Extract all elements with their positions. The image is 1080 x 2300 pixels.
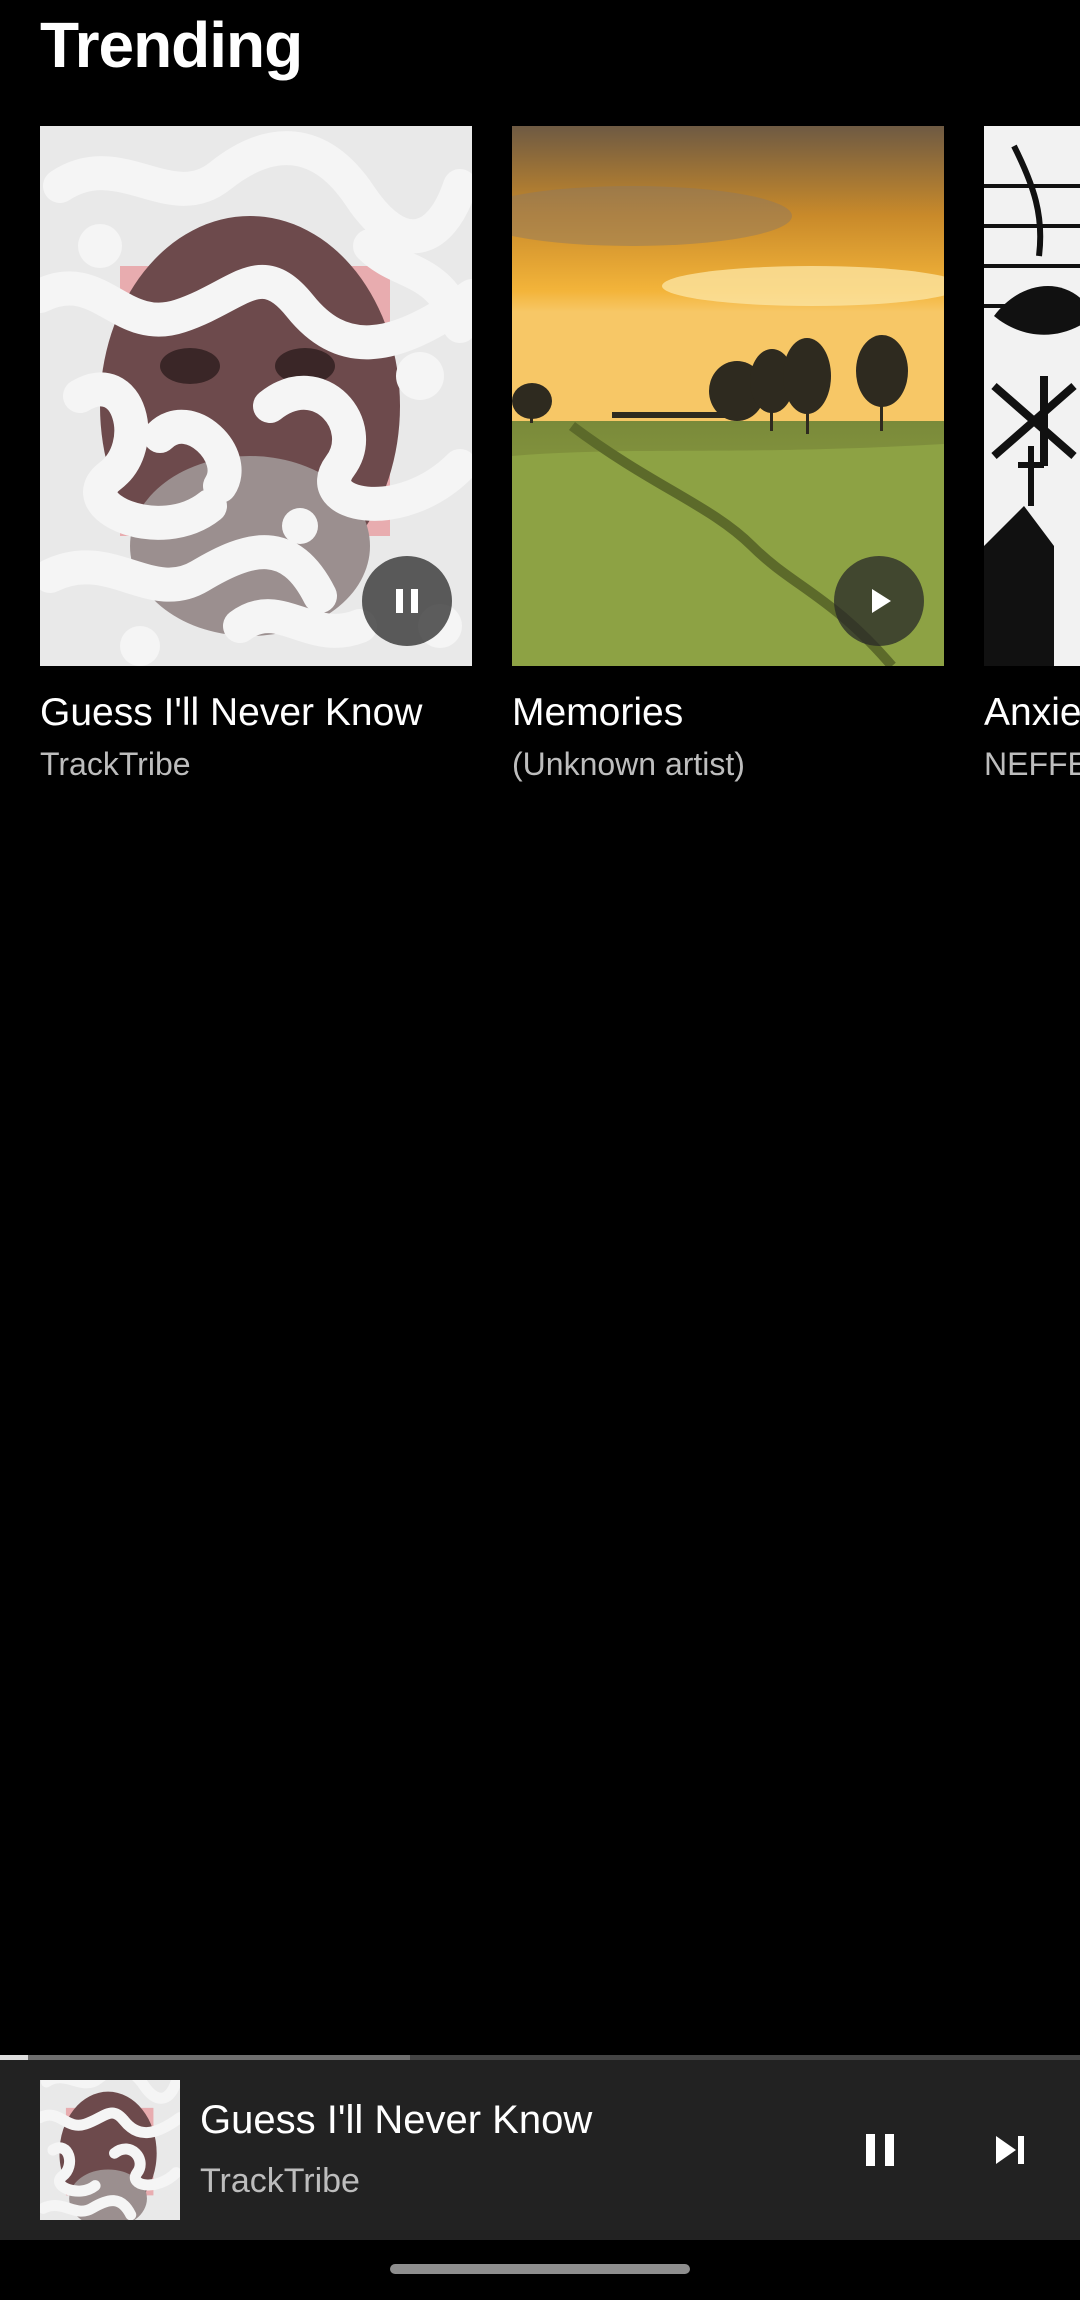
pause-button[interactable]: [362, 556, 452, 646]
track-artist: NEFFE: [984, 746, 1080, 782]
skip-next-button[interactable]: [970, 2110, 1050, 2190]
track-title: Memories: [512, 691, 684, 734]
pause-icon: [866, 2134, 894, 2166]
track-artist: (Unknown artist): [512, 746, 745, 782]
track-card[interactable]: Memories (Unknown artist): [512, 126, 944, 782]
home-indicator[interactable]: [390, 2264, 690, 2274]
album-art[interactable]: [984, 126, 1080, 666]
track-artist: TrackTribe: [40, 746, 191, 782]
now-playing-title: Guess I'll Never Know: [200, 2098, 593, 2142]
now-playing-artist: TrackTribe: [200, 2162, 360, 2200]
mini-player[interactable]: Guess I'll Never Know TrackTribe: [0, 2060, 1080, 2240]
play-icon: [872, 589, 891, 613]
track-card[interactable]: Guess I'll Never Know TrackTribe: [40, 126, 472, 782]
track-card[interactable]: Anxie NEFFE: [984, 126, 1080, 782]
pause-icon: [396, 589, 418, 613]
skip-next-icon: [996, 2136, 1024, 2164]
track-title: Guess I'll Never Know: [40, 691, 423, 734]
now-playing-art[interactable]: [40, 2080, 180, 2220]
album-art[interactable]: [512, 126, 944, 666]
play-button[interactable]: [834, 556, 924, 646]
track-title: Anxie: [984, 691, 1080, 734]
album-art[interactable]: [40, 126, 472, 666]
trending-carousel[interactable]: Guess I'll Never Know TrackTribe Memorie…: [0, 126, 1080, 806]
section-title: Trending: [40, 9, 303, 81]
mini-pause-button[interactable]: [840, 2110, 920, 2190]
